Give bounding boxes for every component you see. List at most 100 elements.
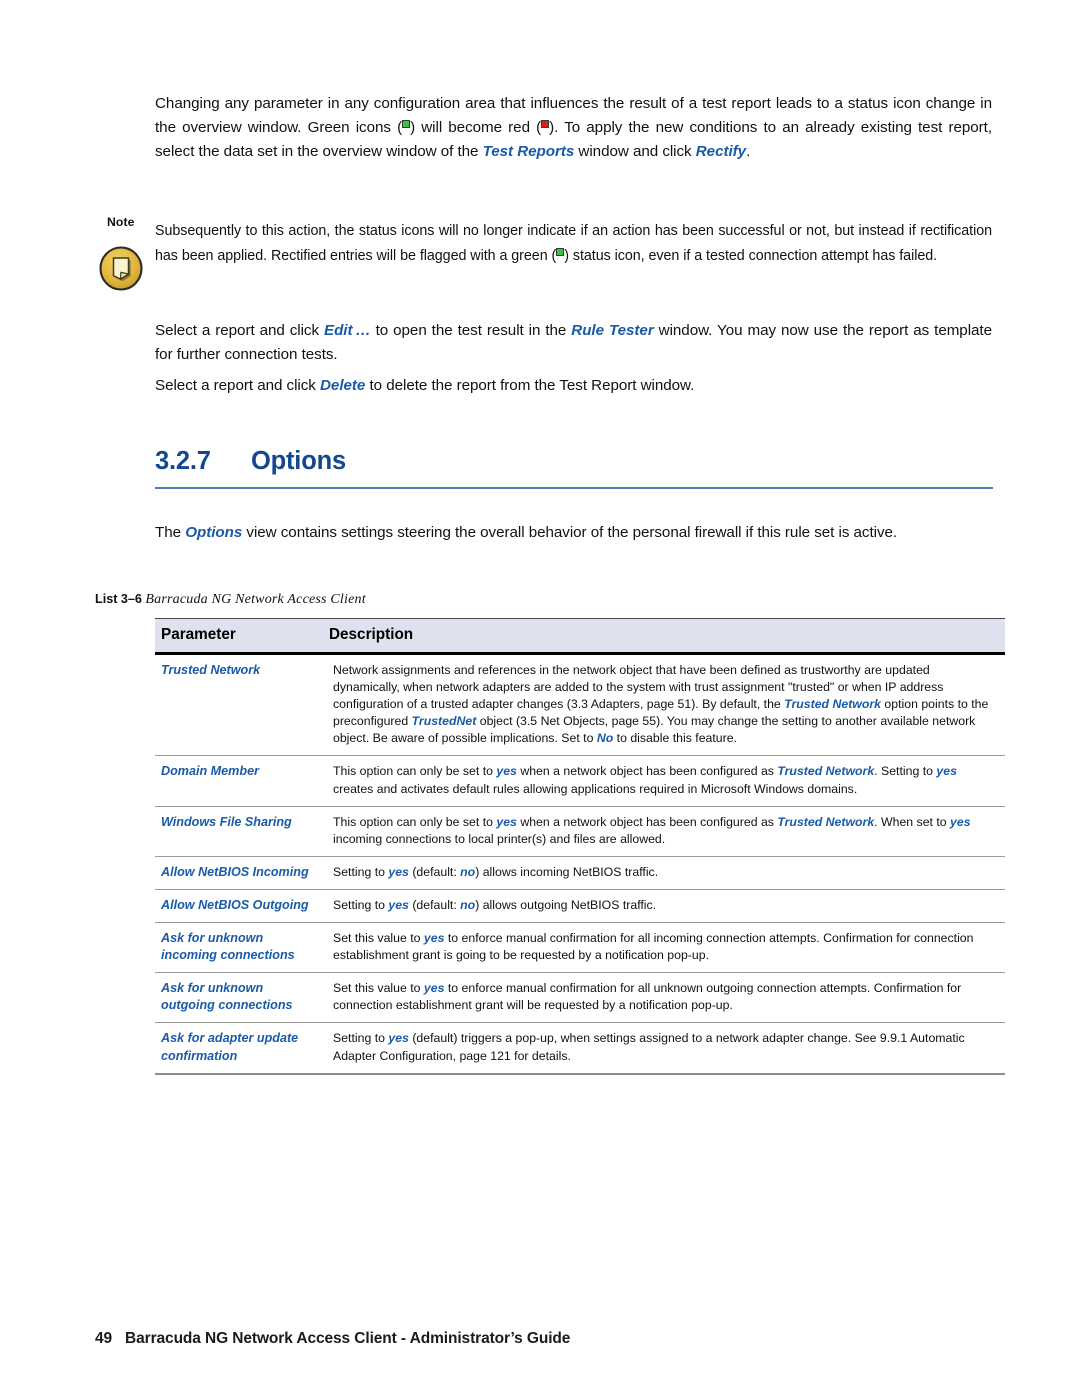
caption-title: Barracuda NG Network Access Client [145,592,366,607]
table-row: Ask for adapter update confirmation Setti… [155,1022,1005,1075]
table-cell-description: This option can only be set to yes when … [323,806,1005,857]
options-text-part1: The [155,524,186,541]
options-paragraph: The Options view contains settings steer… [155,521,993,545]
description-text: This option can only be set to [333,814,497,829]
description-emphasis: yes [950,814,971,829]
description-text: to disable this feature. [613,731,737,746]
description-emphasis: yes [936,764,957,779]
intro-paragraph: Changing any parameter in any configurat… [155,92,992,165]
description-text: incoming connections to local printer(s)… [333,831,666,846]
footer-title: Barracuda NG Network Access Client - Adm… [125,1330,571,1347]
status-green-icon [402,120,411,129]
description-emphasis: yes [423,981,445,996]
description-emphasis: Trusted Network [777,814,875,829]
edit-paragraph: Select a report and click Edit … to open… [155,319,992,367]
rectify-emphasis: Rectify [695,143,747,161]
table-row: Domain Member This option can only be set… [155,755,1005,807]
table-cell-parameter: Ask for adapter update confirmation [155,1022,323,1075]
description-text: ) allows incoming NetBIOS traffic. [475,864,659,879]
section-title: Options [251,447,346,475]
table-cell-description: Setting to yes (default: no) allows inco… [323,856,1005,890]
description-text: creates and activates default rules allo… [333,781,858,796]
description-emphasis: no [460,897,476,912]
description-text: Setting to [333,897,389,912]
edit-text-part2: to open the test result in the [370,322,572,339]
document-page: Changing any parameter in any configurat… [0,0,1080,1397]
note-text-part2: ) status icon, even if a tested connecti… [564,247,938,264]
intro-text-part4: window and click [574,143,696,161]
table-row: Ask for unknown outgoing connections Set … [155,972,1005,1024]
table-cell-description: This option can only be set to yes when … [323,755,1005,807]
description-text: when a network object has been configure… [516,764,778,779]
options-parameter-table: Parameter Description Trusted Network Net… [155,618,1005,1075]
delete-text-part2: to delete the report from the Test Repor… [365,377,695,394]
rule-tester-emphasis: Rule Tester [571,322,654,339]
edit-emphasis: Edit … [324,322,371,339]
section-rule [155,487,993,489]
table-row: Trusted Network Network assignments and r… [155,653,1005,757]
description-text: Set this value to [333,931,424,946]
table-row: Windows File Sharing This option can only… [155,806,1005,857]
table-cell-parameter: Allow NetBIOS Outgoing [155,889,323,924]
table-cell-description: Setting to yes (default) triggers a pop-… [323,1022,1005,1075]
description-text: (default: [408,864,461,879]
description-emphasis: yes [388,864,409,879]
description-emphasis: no [460,864,476,879]
table-row: Allow NetBIOS Outgoing Setting to yes (de… [155,889,1005,924]
test-reports-emphasis: Test Reports [482,143,575,161]
table-cell-parameter: Ask for unknown outgoing connections [155,972,323,1024]
delete-text-part1: Select a report and click [155,377,320,394]
table-caption: List 3–6 Barracuda NG Network Access Cli… [95,592,366,608]
table-cell-description: Set this value to yes to enforce manual … [323,922,1005,974]
note-label: Note [107,215,135,229]
page-footer: 49 Barracuda NG Network Access Client - A… [95,1330,570,1348]
table-header-row: Parameter Description [155,618,1005,655]
description-text: Setting to [333,1031,389,1046]
status-red-icon [541,120,550,129]
description-emphasis: Trusted Network [784,697,881,712]
description-emphasis: yes [496,814,517,829]
description-emphasis: yes [496,764,517,779]
column-header-description: Description [323,618,1005,655]
options-emphasis: Options [185,524,243,541]
delete-paragraph: Select a report and click Delete to dele… [155,374,992,398]
description-emphasis: yes [388,1031,409,1046]
table-cell-parameter: Trusted Network [155,653,323,757]
description-text: when a network object has been configure… [516,814,778,829]
intro-text-part5: . [746,143,751,161]
delete-emphasis: Delete [320,377,366,394]
table-cell-description: Setting to yes (default: no) allows outg… [323,889,1005,924]
column-header-parameter: Parameter [155,618,323,655]
description-emphasis: Trusted Network [777,764,875,779]
description-text: (default) triggers a pop-up, when settin… [333,1031,965,1063]
caption-label: List 3–6 [95,592,142,606]
footer-page-number: 49 [95,1330,113,1347]
description-text: . Setting to [874,764,937,779]
table-cell-parameter: Allow NetBIOS Incoming [155,856,323,890]
table-row: Allow NetBIOS Incoming Setting to yes (de… [155,856,1005,890]
description-emphasis: yes [423,931,445,946]
description-text: . When set to [874,814,951,829]
edit-text-part1: Select a report and click [155,322,324,339]
description-emphasis: yes [388,897,409,912]
description-text: ) allows outgoing NetBIOS traffic. [475,897,657,912]
table-cell-parameter: Ask for unknown incoming connections [155,922,323,974]
table-cell-description: Network assignments and references in th… [323,653,1005,757]
table-cell-parameter: Domain Member [155,755,323,807]
description-text: (default: [408,897,461,912]
description-text: Setting to [333,864,389,879]
section-number: 3.2.7 [155,447,211,475]
options-text-part2: view contains settings steering the over… [242,524,898,541]
note-paragraph: Subsequently to this action, the status … [155,219,992,268]
table-row: Ask for unknown incoming connections Set … [155,922,1005,974]
intro-text-part2: ) will become red ( [410,119,542,137]
description-text: Set this value to [333,981,424,996]
note-page-icon [98,245,144,291]
table-body: Trusted Network Network assignments and r… [155,653,1005,1075]
description-emphasis: TrustedNet [411,714,477,729]
table-cell-parameter: Windows File Sharing [155,806,323,857]
description-emphasis: No [596,731,614,746]
description-text: This option can only be set to [333,764,497,779]
section-heading: 3.2.7 Options [155,447,346,476]
table-cell-description: Set this value to yes to enforce manual … [323,972,1005,1024]
